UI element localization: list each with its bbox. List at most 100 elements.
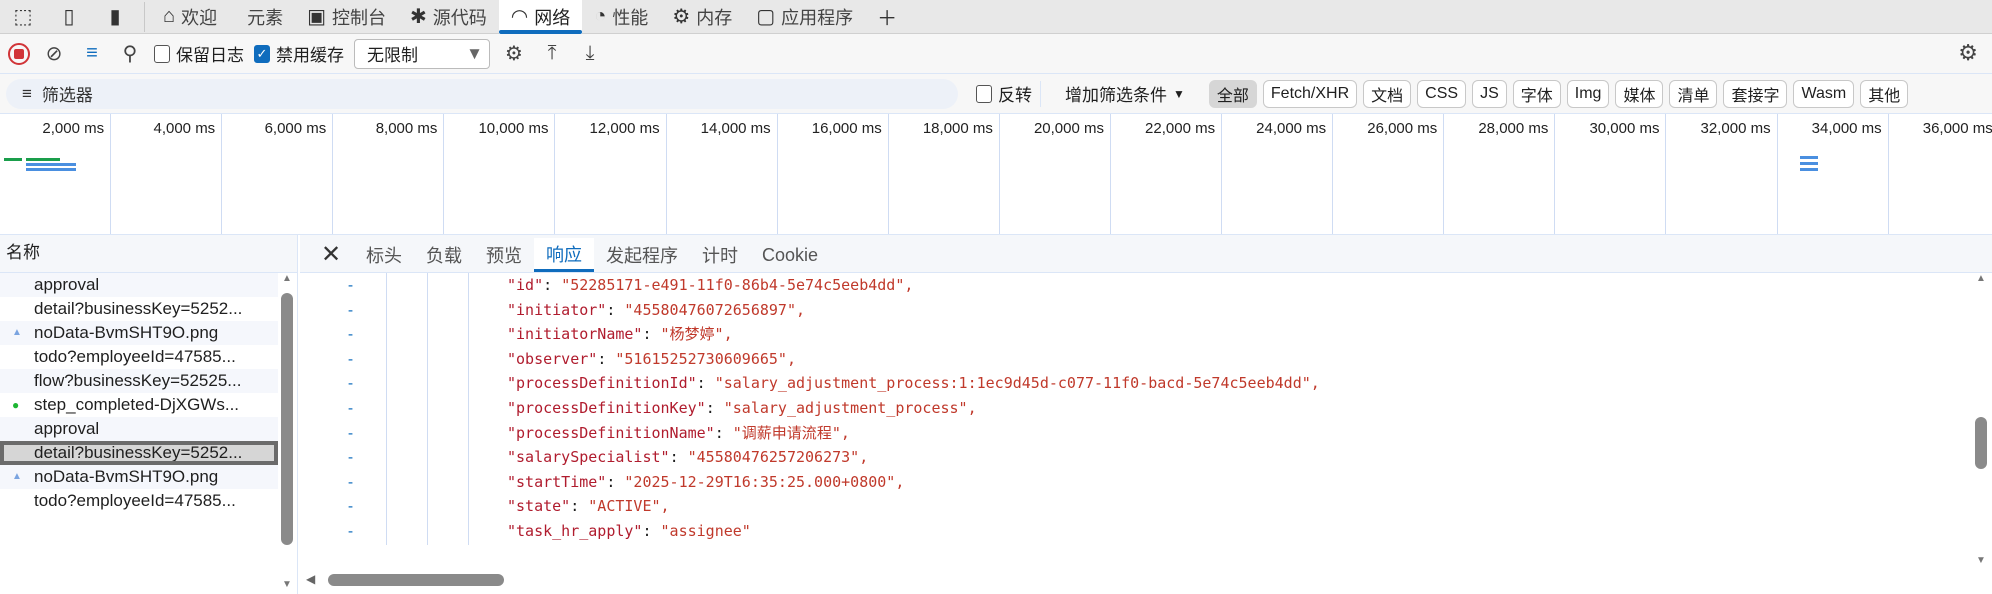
scroll-down-icon[interactable]: ▼: [1970, 555, 1992, 566]
json-line: - "observer": "51615252730609665",: [300, 347, 1968, 372]
tab-7[interactable]: ▢ 应用程序: [744, 0, 865, 34]
filter-input[interactable]: ≡ 筛选器: [6, 78, 958, 109]
filter-type-chip[interactable]: CSS: [1417, 79, 1467, 108]
detail-tab[interactable]: 计时: [690, 238, 750, 272]
tab-0[interactable]: ⌂ 欢迎: [151, 0, 229, 34]
detail-tab[interactable]: 响应: [534, 238, 594, 272]
tab-3[interactable]: ✱ 源代码: [398, 0, 499, 34]
disable-cache-checkbox[interactable]: ✓ 禁用缓存: [254, 41, 344, 66]
timeline-tick: 26,000 ms: [1333, 114, 1445, 234]
filter-icon: ≡: [22, 83, 32, 103]
filter-type-chip[interactable]: Wasm: [1793, 79, 1855, 108]
timeline-tick: 4,000 ms: [111, 114, 223, 234]
request-row[interactable]: ▲ noData-BvmSHT9O.png: [0, 465, 278, 489]
diff-marker: -: [346, 521, 356, 540]
filter-toggle-icon[interactable]: ≡: [78, 42, 106, 65]
request-row[interactable]: detail?businessKey=5252...: [0, 441, 278, 465]
response-body[interactable]: - "id": "52285171-e491-11f0-86b4-5e74c5ee…: [300, 273, 1968, 545]
scrollbar-thumb[interactable]: [328, 574, 504, 586]
checkbox-box[interactable]: ✓: [254, 44, 270, 63]
tab-4[interactable]: ◠ 网络: [498, 0, 583, 34]
timeline-tick: 2,000 ms: [0, 114, 112, 234]
network-timeline-overview[interactable]: 2,000 ms 4,000 ms 6,000 ms 8,000 ms 10,000 m…: [0, 114, 1992, 235]
closing-brace: }: [468, 544, 477, 545]
request-row[interactable]: flow?businessKey=52525...: [0, 369, 278, 393]
request-list-scrollbar[interactable]: ▲ ▼: [278, 273, 296, 594]
request-row[interactable]: approval: [0, 417, 278, 441]
dock-icon[interactable]: ▮: [92, 0, 138, 34]
wifi-icon: ◠: [510, 6, 529, 28]
gauge-icon: ◔: [594, 5, 607, 27]
filter-type-chip[interactable]: 字体: [1512, 79, 1561, 108]
checkbox-box[interactable]: [976, 84, 992, 103]
timeline-tick: 22,000 ms: [1111, 114, 1223, 234]
console-icon: ▣: [307, 6, 326, 28]
detail-tab[interactable]: 发起程序: [594, 238, 690, 272]
invert-checkbox[interactable]: 反转: [976, 81, 1032, 106]
request-name: todo?employeeId=47585...: [34, 491, 236, 510]
tab-label: 内存: [696, 7, 733, 28]
divider: [144, 1, 145, 32]
close-icon[interactable]: ✕: [308, 236, 354, 272]
filter-type-chip[interactable]: 其他: [1860, 79, 1909, 108]
settings-gear-icon[interactable]: ⚙: [1958, 40, 1978, 66]
json-value: "杨梦婷",: [660, 325, 733, 344]
filter-type-chip[interactable]: 全部: [1208, 79, 1257, 108]
chevron-down-icon: ▼: [466, 43, 483, 63]
throttle-select[interactable]: 无限制 ▼: [354, 38, 490, 69]
json-value: "salary_adjustment_process:1:1ec9d45d-c0…: [714, 374, 1320, 393]
detail-tab[interactable]: 标头: [354, 238, 414, 272]
filter-type-chip[interactable]: JS: [1472, 79, 1507, 108]
record-button[interactable]: [8, 42, 30, 65]
timeline-tick: 24,000 ms: [1222, 114, 1334, 234]
tab-1[interactable]: 元素: [229, 0, 295, 34]
image-icon: ▲: [12, 327, 22, 338]
response-scrollbar[interactable]: ▲ ▼: [1970, 273, 1992, 594]
filter-type-chip[interactable]: 媒体: [1615, 79, 1664, 108]
clear-icon[interactable]: ⊘: [40, 41, 68, 66]
json-value: "45580476257206273",: [687, 448, 869, 467]
more-tools-button[interactable]: ＋: [865, 0, 909, 34]
checkbox-box[interactable]: [154, 44, 170, 63]
network-conditions-icon[interactable]: ⚙: [500, 41, 528, 66]
request-name: noData-BvmSHT9O.png: [34, 323, 219, 342]
tab-2[interactable]: ▣ 控制台: [295, 0, 398, 34]
scroll-down-icon[interactable]: ▼: [278, 579, 296, 590]
filter-row: ≡ 筛选器 反转 增加筛选条件 ▼ 全部 Fetch/XHR 文档 CSS JS 字体 Img 媒…: [0, 74, 1992, 114]
inspect-icon[interactable]: ⬚: [0, 0, 46, 34]
scroll-up-icon[interactable]: ▲: [278, 273, 296, 284]
timeline-tick: 10,000 ms: [444, 114, 556, 234]
request-name: flow?businessKey=52525...: [34, 371, 242, 390]
horizontal-scrollbar[interactable]: ◀: [300, 570, 1968, 590]
more-filters-dropdown[interactable]: 增加筛选条件 ▼: [1065, 81, 1185, 106]
import-har-icon[interactable]: ⤒: [538, 42, 566, 65]
json-key: "id": [507, 276, 544, 294]
filter-type-chip[interactable]: 清单: [1669, 79, 1718, 108]
search-icon[interactable]: ⚲: [116, 41, 144, 66]
filter-type-chip[interactable]: 文档: [1363, 79, 1412, 108]
column-header-name[interactable]: 名称: [0, 235, 297, 273]
request-row[interactable]: todo?employeeId=47585...: [0, 345, 278, 369]
tab-5[interactable]: ◔ 性能: [582, 0, 660, 34]
request-row[interactable]: todo?employeeId=47585...: [0, 489, 278, 513]
scrollbar-thumb[interactable]: [1975, 417, 1987, 469]
export-har-icon[interactable]: ⤓: [576, 42, 604, 65]
scrollbar-thumb[interactable]: [281, 293, 293, 545]
request-row[interactable]: approval: [0, 273, 278, 297]
request-row[interactable]: ▲ noData-BvmSHT9O.png: [0, 321, 278, 345]
detail-tab[interactable]: 预览: [474, 238, 534, 272]
plus-icon: ＋: [877, 8, 898, 30]
scroll-up-icon[interactable]: ▲: [1970, 273, 1992, 284]
json-key: "state": [507, 497, 571, 516]
request-row[interactable]: ● step_completed-DjXGWs...: [0, 393, 278, 417]
request-row[interactable]: detail?businessKey=5252...: [0, 297, 278, 321]
tab-6[interactable]: ⚙ 内存: [660, 0, 744, 34]
detail-tab[interactable]: 负载: [414, 238, 474, 272]
filter-type-chip[interactable]: 套接字: [1723, 79, 1788, 108]
preserve-log-checkbox[interactable]: 保留日志: [154, 41, 244, 66]
detail-tab[interactable]: Cookie: [750, 238, 830, 272]
scroll-left-icon[interactable]: ◀: [306, 572, 315, 586]
filter-type-chip[interactable]: Img: [1566, 79, 1610, 108]
filter-type-chip[interactable]: Fetch/XHR: [1262, 79, 1358, 108]
device-emulation-icon[interactable]: ▯: [46, 0, 92, 34]
